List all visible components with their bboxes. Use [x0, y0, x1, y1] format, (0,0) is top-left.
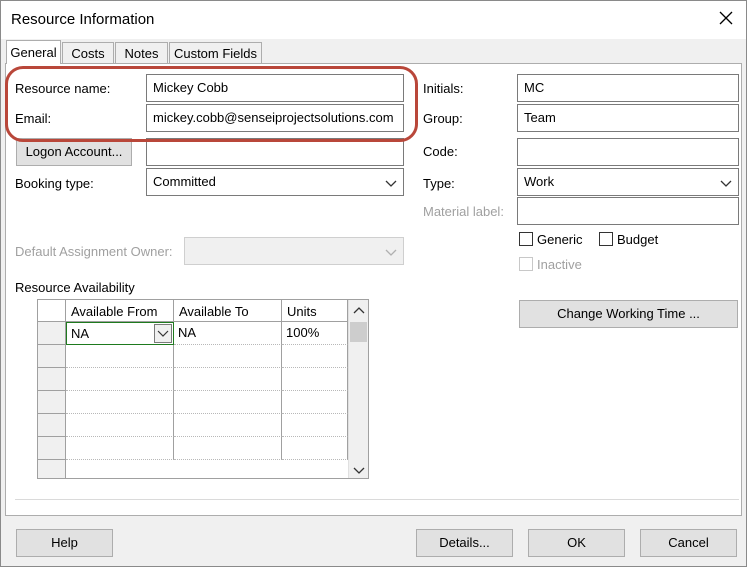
- logon-account-button[interactable]: Logon Account...: [16, 138, 132, 166]
- column-header-available-to[interactable]: Available To: [174, 300, 282, 322]
- tab-general-label: General: [10, 45, 57, 60]
- tab-general[interactable]: General: [6, 40, 61, 64]
- chevron-down-icon: [385, 246, 397, 256]
- table-cell-units[interactable]: 100%: [282, 322, 348, 345]
- change-working-time-button[interactable]: Change Working Time ...: [519, 300, 738, 328]
- scrollbar-thumb[interactable]: [350, 322, 367, 342]
- default-assignment-owner-label: Default Assignment Owner:: [15, 244, 173, 259]
- table-vertical-scrollbar[interactable]: [348, 300, 368, 478]
- generic-label: Generic: [537, 232, 583, 247]
- tab-costs[interactable]: Costs: [62, 42, 114, 64]
- table-cell[interactable]: [66, 345, 174, 368]
- material-label-field[interactable]: [517, 197, 739, 225]
- column-header-available-from[interactable]: Available From: [66, 300, 174, 322]
- dialog-title: Resource Information: [11, 11, 155, 28]
- resource-availability-label: Resource Availability: [15, 280, 135, 295]
- row-header[interactable]: [38, 460, 66, 478]
- table-cell[interactable]: [174, 345, 282, 368]
- email-field[interactable]: mickey.cobb@senseiprojectsolutions.com: [146, 104, 404, 132]
- table-cell[interactable]: [66, 368, 174, 391]
- default-assignment-owner-select: [184, 237, 404, 265]
- resource-availability-table: Available From Available To Units NA NA …: [37, 299, 369, 479]
- table-cell[interactable]: [66, 437, 174, 460]
- title-bar: Resource Information: [1, 1, 746, 39]
- ok-button[interactable]: OK: [528, 529, 625, 557]
- initials-label: Initials:: [423, 81, 464, 96]
- budget-label: Budget: [617, 232, 659, 247]
- table-cell[interactable]: [174, 368, 282, 391]
- chevron-down-icon: [385, 177, 397, 187]
- booking-type-value: Committed: [153, 174, 216, 189]
- chevron-down-icon: [720, 177, 732, 187]
- table-cell[interactable]: [282, 414, 348, 437]
- row-header[interactable]: [38, 322, 66, 345]
- row-header[interactable]: [38, 414, 66, 437]
- table-cell[interactable]: [174, 414, 282, 437]
- chevron-down-icon[interactable]: [154, 324, 172, 343]
- table-cell[interactable]: [174, 391, 282, 414]
- footer-divider: [15, 499, 739, 500]
- resource-name-label: Resource name:: [15, 81, 111, 96]
- table-cell-available-from[interactable]: NA: [66, 322, 174, 345]
- tab-costs-label: Costs: [71, 46, 105, 61]
- code-field[interactable]: [517, 138, 739, 166]
- email-label: Email:: [15, 111, 52, 126]
- table-cell[interactable]: [66, 414, 174, 437]
- table-cell-available-to[interactable]: NA: [174, 322, 282, 345]
- table-cell[interactable]: [282, 437, 348, 460]
- row-header[interactable]: [38, 368, 66, 391]
- budget-checkbox[interactable]: [599, 232, 613, 246]
- logon-account-field[interactable]: [146, 138, 404, 166]
- table-cell[interactable]: [174, 437, 282, 460]
- generic-checkbox[interactable]: [519, 232, 533, 246]
- type-select[interactable]: Work: [517, 168, 739, 196]
- close-icon[interactable]: [717, 9, 735, 27]
- tab-notes-label: Notes: [124, 46, 159, 61]
- tab-custom-fields[interactable]: Custom Fields: [169, 42, 262, 64]
- table-cell[interactable]: [66, 391, 174, 414]
- row-header[interactable]: [38, 437, 66, 460]
- scroll-up-arrow-icon[interactable]: [353, 303, 365, 318]
- row-header[interactable]: [38, 391, 66, 414]
- resource-name-field[interactable]: Mickey Cobb: [146, 74, 404, 102]
- inactive-label: Inactive: [537, 257, 582, 272]
- code-label: Code:: [423, 144, 458, 159]
- material-label-label: Material label:: [423, 204, 504, 219]
- booking-type-label: Booking type:: [15, 176, 94, 191]
- group-label: Group:: [423, 111, 463, 126]
- table-cell[interactable]: [282, 368, 348, 391]
- cancel-button[interactable]: Cancel: [640, 529, 737, 557]
- group-field[interactable]: Team: [517, 104, 739, 132]
- row-header[interactable]: [38, 345, 66, 368]
- resource-information-dialog: Resource Information General Costs Notes…: [0, 0, 747, 567]
- inactive-checkbox: [519, 257, 533, 271]
- scroll-down-arrow-icon[interactable]: [353, 464, 365, 478]
- help-button[interactable]: Help: [16, 529, 113, 557]
- type-label: Type:: [423, 176, 455, 191]
- initials-field[interactable]: MC: [517, 74, 739, 102]
- details-button[interactable]: Details...: [416, 529, 513, 557]
- tab-custom-fields-label: Custom Fields: [173, 46, 258, 61]
- booking-type-select[interactable]: Committed: [146, 168, 404, 196]
- table-cell[interactable]: [282, 391, 348, 414]
- type-value: Work: [524, 174, 555, 189]
- table-cell[interactable]: [282, 345, 348, 368]
- table-corner: [38, 300, 66, 322]
- cell-value: NA: [71, 326, 90, 341]
- tab-notes[interactable]: Notes: [115, 42, 168, 64]
- column-header-units[interactable]: Units: [282, 300, 348, 322]
